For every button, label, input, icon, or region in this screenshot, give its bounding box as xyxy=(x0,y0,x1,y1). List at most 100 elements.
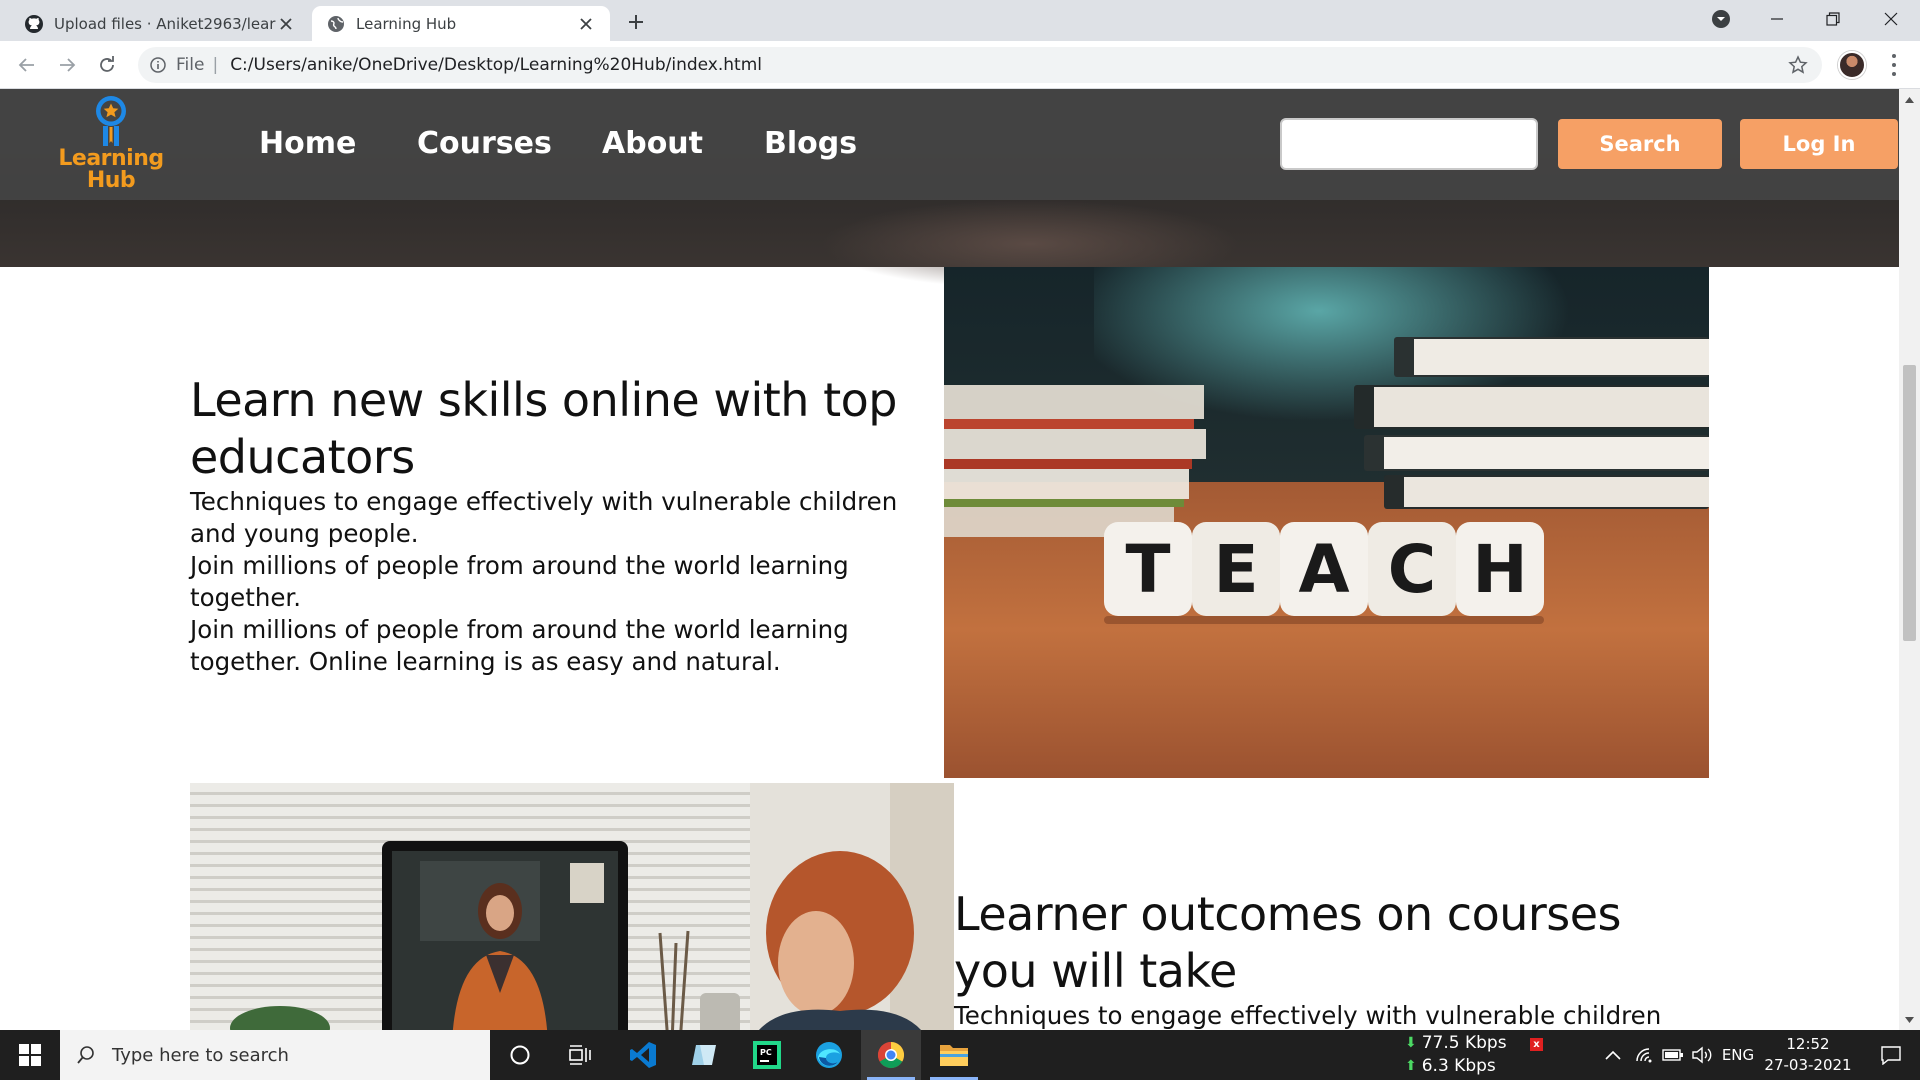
back-button[interactable] xyxy=(13,51,41,79)
search-button[interactable]: Search xyxy=(1558,119,1722,169)
section-paragraph: Join millions of people from around the … xyxy=(190,551,849,612)
online-class-photo xyxy=(190,783,954,1030)
nav-about[interactable]: About xyxy=(602,125,703,163)
folder-icon xyxy=(940,1045,968,1066)
address-separator: | xyxy=(212,55,219,75)
file-explorer-taskbar-button[interactable] xyxy=(924,1030,984,1080)
browser-menu-button[interactable] xyxy=(1886,52,1902,78)
scheme-label: File xyxy=(176,55,205,75)
notepad-icon xyxy=(692,1045,716,1065)
nav-blogs[interactable]: Blogs xyxy=(764,125,857,163)
task-view-button[interactable] xyxy=(550,1030,610,1080)
volume-button[interactable] xyxy=(1688,1030,1716,1080)
upload-speed: 6.3 Kbps xyxy=(1421,1056,1496,1076)
teach-blocks-photo: T E A C H xyxy=(944,267,1709,778)
section-outcomes: Learner outcomes on courses you will tak… xyxy=(954,886,1714,1030)
address-bar[interactable]: File | C:/Users/anike/OneDrive/Desktop/L… xyxy=(138,47,1822,83)
network-speed-widget: ⬇ 77.5 Kbps ⬆ 6.3 Kbps xyxy=(1405,1032,1545,1078)
reload-icon xyxy=(100,56,114,72)
profile-avatar[interactable] xyxy=(1838,51,1866,79)
scroll-down-icon[interactable] xyxy=(1904,1014,1915,1025)
section-heading: Learner outcomes on courses you will tak… xyxy=(954,887,1622,998)
cortana-button[interactable] xyxy=(490,1030,550,1080)
die-letter: C xyxy=(1388,531,1436,608)
plus-icon xyxy=(629,15,643,29)
section-paragraph: Techniques to engage effectively with vu… xyxy=(954,1001,1662,1030)
scroll-up-icon[interactable] xyxy=(1904,94,1915,105)
nav-home[interactable]: Home xyxy=(259,125,356,163)
taskbar-search-box[interactable]: Type here to search xyxy=(60,1030,490,1080)
nav-courses[interactable]: Courses xyxy=(417,125,552,163)
teach-image: T E A C H xyxy=(944,267,1709,778)
logo-wordmark: Learning Hub xyxy=(58,146,164,193)
windows-logo-icon xyxy=(19,1044,41,1066)
close-icon xyxy=(1884,12,1898,26)
bookmark-star-icon[interactable] xyxy=(1788,55,1808,75)
arrow-right-icon xyxy=(60,58,76,72)
widget-close-icon[interactable]: x xyxy=(1530,1038,1543,1051)
show-hidden-icons-button[interactable] xyxy=(1600,1030,1626,1080)
section-heading: Learn new skills online with top educato… xyxy=(190,373,897,484)
restore-button[interactable] xyxy=(1810,0,1856,38)
login-button[interactable]: Log In xyxy=(1740,119,1898,169)
award-medal-icon xyxy=(96,96,126,146)
task-view-icon xyxy=(569,1045,591,1065)
section-paragraph: Join millions of people from around the … xyxy=(190,615,849,676)
battery-button[interactable] xyxy=(1660,1030,1686,1080)
browser-tab-learning-hub[interactable]: Learning Hub xyxy=(312,6,610,41)
pycharm-taskbar-button[interactable]: PC xyxy=(737,1030,797,1080)
close-tab-icon[interactable] xyxy=(276,14,296,34)
close-tab-icon[interactable] xyxy=(576,14,596,34)
browser-toolbar: File | C:/Users/anike/OneDrive/Desktop/L… xyxy=(0,41,1920,89)
clock-time: 12:52 xyxy=(1786,1035,1830,1053)
scrollbar-thumb[interactable] xyxy=(1903,365,1916,641)
arrow-left-icon xyxy=(18,58,34,72)
notification-icon xyxy=(1881,1046,1901,1065)
vscode-taskbar-button[interactable] xyxy=(613,1030,673,1080)
chrome-taskbar-button[interactable] xyxy=(861,1030,921,1080)
forward-button[interactable] xyxy=(53,51,81,79)
page-viewport: Learning Hub Home Courses About Blogs Se… xyxy=(0,89,1899,1030)
browser-tabstrip: Upload files · Aniket2963/learnin Learni… xyxy=(0,0,1920,41)
edge-icon xyxy=(816,1042,842,1068)
close-window-button[interactable] xyxy=(1868,0,1914,38)
address-url: C:/Users/anike/OneDrive/Desktop/Learning… xyxy=(230,55,762,75)
download-arrow-icon: ⬇ xyxy=(1405,1035,1417,1051)
learning-hub-logo[interactable]: Learning Hub xyxy=(56,93,166,197)
globe-icon xyxy=(328,15,344,32)
die-letter: E xyxy=(1213,531,1258,608)
die-letter: H xyxy=(1472,531,1527,608)
minimize-icon xyxy=(1771,18,1783,20)
section-body: Techniques to engage effectively with vu… xyxy=(190,486,930,678)
tab-title: Learning Hub xyxy=(356,14,457,33)
input-language-button[interactable]: ENG xyxy=(1718,1030,1758,1080)
action-center-button[interactable] xyxy=(1866,1030,1916,1080)
vscode-icon xyxy=(630,1042,656,1068)
reload-button[interactable] xyxy=(93,51,121,79)
section-skills: Learn new skills online with top educato… xyxy=(190,372,930,678)
info-icon[interactable] xyxy=(150,57,166,73)
edge-taskbar-button[interactable] xyxy=(799,1030,859,1080)
taskbar-clock[interactable]: 12:52 27-03-2021 xyxy=(1758,1034,1858,1076)
speaker-icon xyxy=(1692,1046,1712,1064)
chrome-icon xyxy=(877,1041,905,1069)
minimize-button[interactable] xyxy=(1754,0,1800,38)
tab-search-button[interactable] xyxy=(1698,0,1744,38)
page-scrollbar[interactable] xyxy=(1899,89,1920,1030)
site-search-input[interactable] xyxy=(1280,118,1538,170)
chevron-up-icon xyxy=(1605,1050,1621,1060)
wifi-button[interactable] xyxy=(1632,1030,1658,1080)
section-body: Techniques to engage effectively with vu… xyxy=(954,1000,1714,1030)
svg-text:PC: PC xyxy=(760,1048,772,1057)
start-button[interactable] xyxy=(0,1030,60,1080)
upload-arrow-icon: ⬆ xyxy=(1405,1058,1417,1074)
die-letter: A xyxy=(1298,531,1349,608)
tab-title: Upload files · Aniket2963/learnin xyxy=(54,14,276,33)
browser-tab-github[interactable]: Upload files · Aniket2963/learnin xyxy=(10,6,310,41)
github-icon xyxy=(25,14,43,33)
notepad-taskbar-button[interactable] xyxy=(674,1030,734,1080)
die-letter: T xyxy=(1125,531,1170,608)
pycharm-icon: PC xyxy=(753,1041,781,1069)
restore-icon xyxy=(1826,12,1840,26)
new-tab-button[interactable] xyxy=(622,8,650,36)
